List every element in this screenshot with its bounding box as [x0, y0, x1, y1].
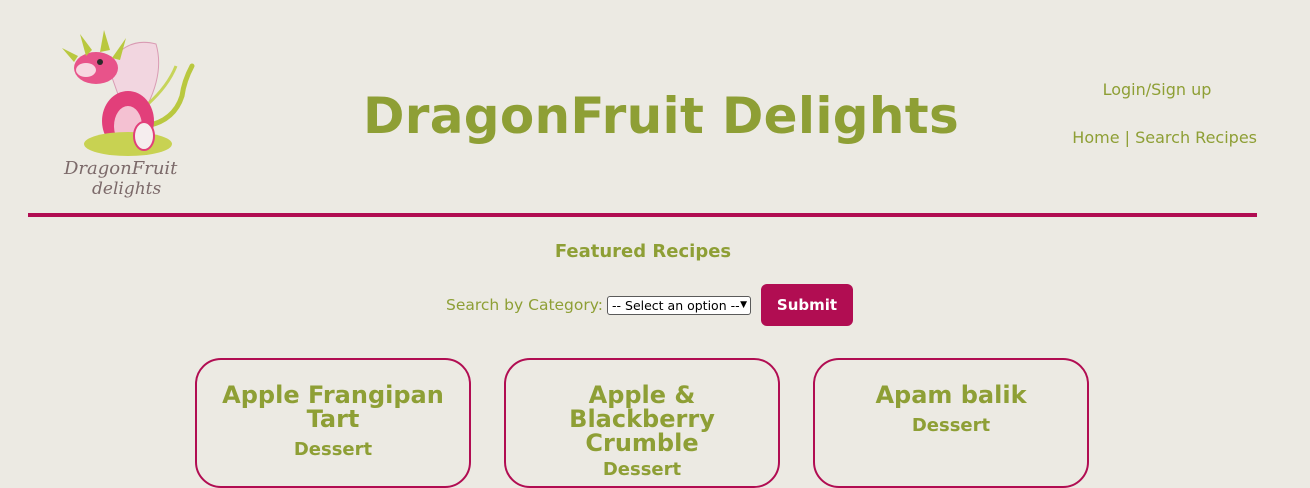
nav-links: Home | Search Recipes	[1017, 126, 1257, 150]
recipe-card[interactable]: Apple Frangipan Tart Dessert	[195, 358, 471, 488]
submit-button[interactable]: Submit	[761, 284, 854, 326]
recipe-name: Apple & Blackberry Crumble	[569, 381, 715, 457]
login-signup-link[interactable]: Login/Sign up	[1057, 78, 1257, 102]
svg-text:delights: delights	[92, 179, 161, 199]
category-select-value: -- Select an option --	[612, 297, 740, 313]
search-category-label: Search by Category:	[446, 296, 604, 314]
header-divider	[28, 213, 1257, 217]
recipe-card[interactable]: Apam balik Dessert	[813, 358, 1089, 488]
nav-home-link[interactable]: Home	[1072, 128, 1119, 147]
chevron-down-icon: ▼	[740, 300, 748, 310]
recipe-category: Dessert	[293, 439, 373, 460]
category-search-form: Search by Category: -- Select an option …	[446, 284, 854, 326]
category-select[interactable]: -- Select an option -- ▼	[607, 295, 752, 315]
nav-separator: |	[1124, 128, 1131, 147]
recipe-card[interactable]: Apple & Blackberry Crumble Dessert	[504, 358, 780, 488]
recipe-category: Dessert	[911, 415, 991, 436]
recipe-name: Apple Frangipan Tart	[222, 381, 444, 433]
recipe-name: Apam balik	[875, 381, 1027, 409]
nav-search-recipes-link[interactable]: Search Recipes	[1135, 128, 1257, 147]
recipe-category: Dessert	[602, 459, 682, 480]
featured-recipes-heading: Featured Recipes	[554, 241, 732, 262]
top-nav: Login/Sign up Home | Search Recipes	[1017, 78, 1257, 150]
svg-text:DragonFruit: DragonFruit	[63, 158, 178, 179]
